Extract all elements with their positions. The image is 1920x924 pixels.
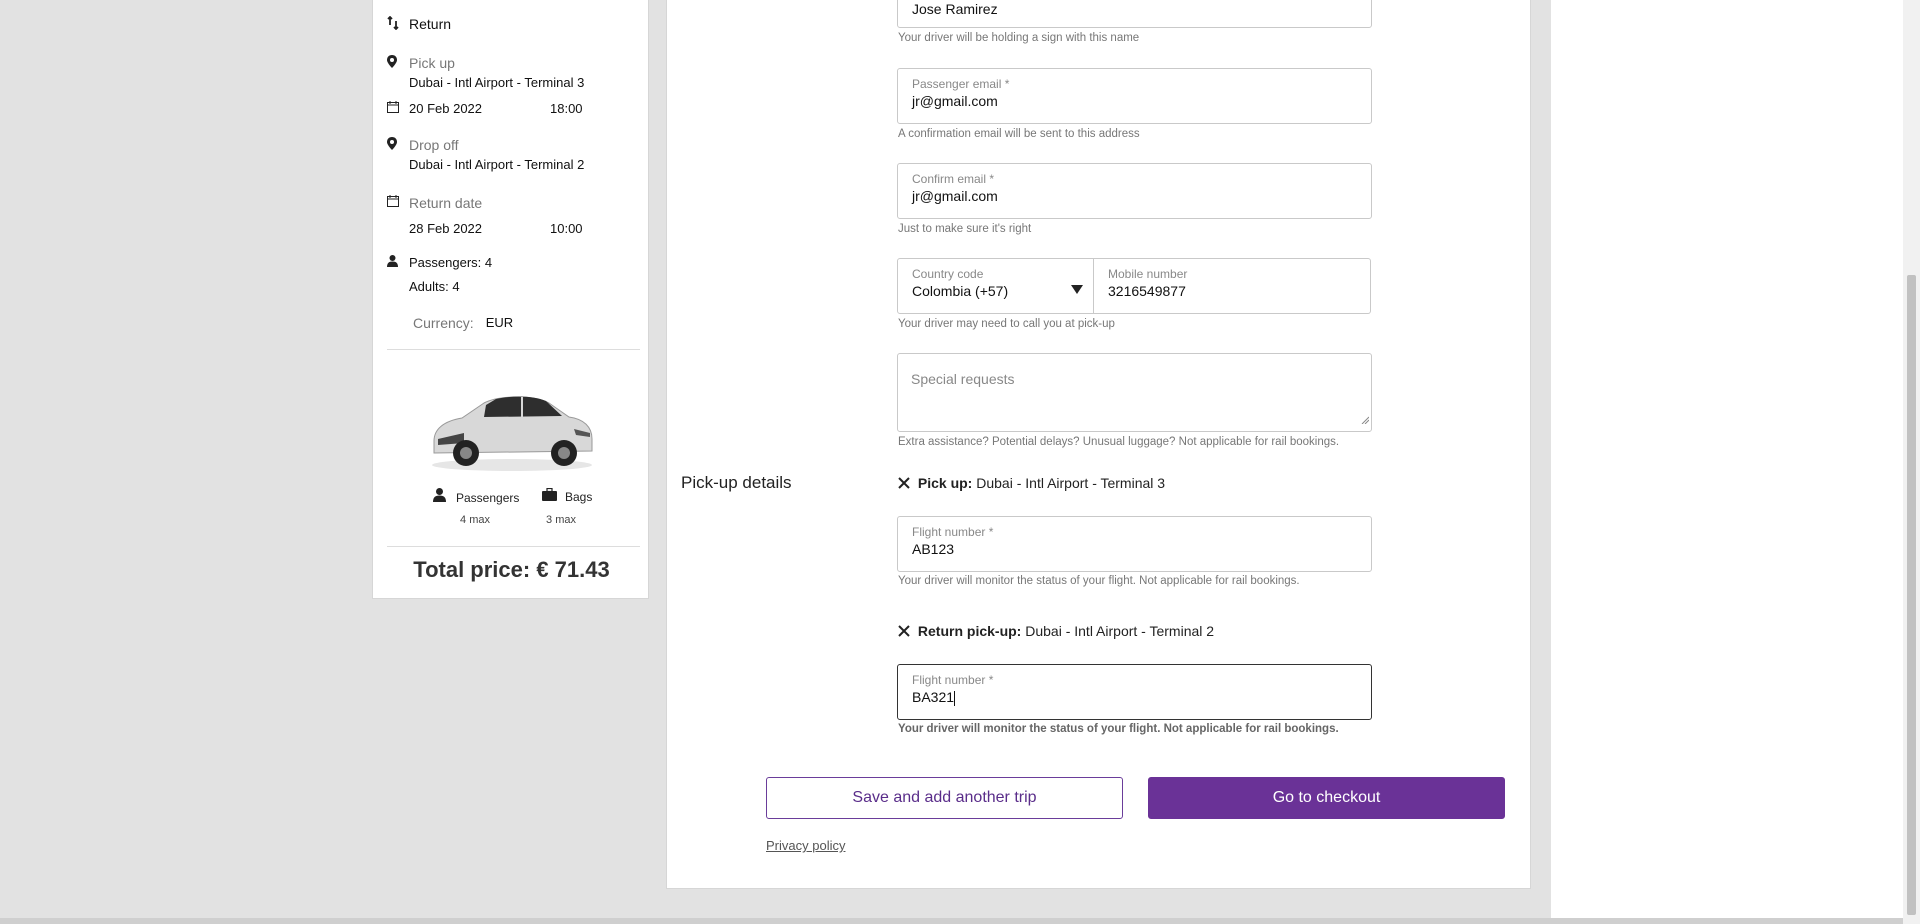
person-icon xyxy=(433,488,446,507)
flight-number-field[interactable]: Flight number * AB123 xyxy=(897,516,1372,572)
return-time: 10:00 xyxy=(550,221,583,236)
resize-handle-icon[interactable] xyxy=(1361,411,1370,429)
passenger-email-field[interactable]: Passenger email * jr@gmail.com xyxy=(897,68,1372,124)
currency-label: Currency: xyxy=(413,315,474,331)
suitcase-icon xyxy=(542,487,557,506)
pickup-time: 18:00 xyxy=(550,101,583,116)
return-date-label: Return date xyxy=(409,195,483,211)
return-flight-number-value-wrap: BA321 xyxy=(912,689,956,706)
return-date-row: Return date 28 Feb 2022 10:00 xyxy=(387,195,583,236)
save-and-add-trip-button[interactable]: Save and add another trip xyxy=(766,777,1123,819)
return-pickup-line: Return pick-up: Dubai - Intl Airport - T… xyxy=(898,623,1214,640)
calendar-icon xyxy=(387,195,409,210)
passenger-email-help: A confirmation email will be sent to thi… xyxy=(898,128,1140,140)
country-code-value: Colombia (+57) xyxy=(912,283,1009,299)
passenger-email-label: Passenger email * xyxy=(912,77,1010,91)
return-pickup-location-text: Dubai - Intl Airport - Terminal 2 xyxy=(1025,623,1215,639)
divider xyxy=(387,546,640,547)
return-pickup-prefix: Return pick-up: xyxy=(917,623,1022,639)
return-flight-number-label: Flight number * xyxy=(912,673,994,687)
special-requests-help: Extra assistance? Potential delays? Unus… xyxy=(898,436,1340,448)
passengers-capacity-label: Passengers xyxy=(456,490,520,505)
mobile-number-field[interactable]: Mobile number 3216549877 xyxy=(1094,258,1371,314)
flight-number-label: Flight number * xyxy=(912,525,994,539)
confirm-email-help: Just to make sure it's right xyxy=(898,223,1032,235)
country-code-label: Country code xyxy=(912,267,984,281)
dropoff-row: Drop off Dubai - Intl Airport - Terminal… xyxy=(387,137,584,172)
airplane-icon xyxy=(898,476,910,492)
pickup-location-text: Dubai - Intl Airport - Terminal 3 xyxy=(976,475,1166,491)
passenger-name-field[interactable]: Jose Ramirez xyxy=(897,0,1372,28)
return-flight-number-help: Your driver will monitor the status of y… xyxy=(898,723,1339,735)
return-flight-number-field[interactable]: Flight number * BA321 xyxy=(897,664,1372,720)
vertical-scrollbar[interactable] xyxy=(1903,0,1920,924)
go-to-checkout-button[interactable]: Go to checkout xyxy=(1148,777,1505,819)
person-icon xyxy=(387,255,409,270)
passengers-row: Passengers: 4 Adults: 4 xyxy=(387,255,492,294)
adults-count: Adults: 4 xyxy=(409,279,460,294)
currency-value: EUR xyxy=(485,315,514,330)
passenger-email-value: jr@gmail.com xyxy=(912,93,998,109)
pickup-prefix: Pick up: xyxy=(917,475,973,491)
page-bottom-edge xyxy=(0,918,1903,924)
passengers-max: 4 max xyxy=(460,514,490,526)
booking-summary: Return Pick up Dubai - Intl Airport - Te… xyxy=(372,0,649,599)
country-code-select[interactable]: Country code Colombia (+57) xyxy=(897,258,1094,314)
pickup-date: 20 Feb 2022 xyxy=(409,101,483,116)
dropoff-location: Dubai - Intl Airport - Terminal 2 xyxy=(409,157,585,172)
pickup-row: Pick up Dubai - Intl Airport - Terminal … xyxy=(387,55,584,90)
special-requests-textarea[interactable]: Special requests xyxy=(897,353,1372,432)
mobile-number-value: 3216549877 xyxy=(1108,283,1186,299)
dropoff-label: Drop off xyxy=(409,137,459,153)
trip-type: Return xyxy=(409,16,452,32)
trip-type-row: Return xyxy=(387,15,452,33)
return-arrows-icon xyxy=(387,15,409,33)
passengers-count: Passengers: 4 xyxy=(409,255,493,270)
mobile-number-help: Your driver may need to call you at pick… xyxy=(898,318,1115,330)
confirm-email-label: Confirm email * xyxy=(912,172,995,186)
scrollbar-thumb[interactable] xyxy=(1907,275,1916,915)
location-pin-icon xyxy=(387,137,409,153)
flight-number-value: AB123 xyxy=(912,541,955,557)
return-date: 28 Feb 2022 xyxy=(409,221,483,236)
pickup-line: Pick up: Dubai - Intl Airport - Terminal… xyxy=(898,475,1165,492)
pickup-location: Dubai - Intl Airport - Terminal 3 xyxy=(409,75,585,90)
currency-row: Currency: EUR xyxy=(413,315,513,331)
pickup-label: Pick up xyxy=(409,55,455,71)
location-pin-icon xyxy=(387,55,409,71)
page-background-right xyxy=(1551,0,1903,924)
divider xyxy=(387,349,640,350)
dropdown-arrow-icon xyxy=(1071,281,1083,299)
calendar-icon xyxy=(387,101,409,116)
flight-number-help: Your driver will monitor the status of y… xyxy=(898,575,1300,587)
bags-capacity-label: Bags xyxy=(565,490,593,504)
pickup-details-title: Pick-up details xyxy=(681,473,792,492)
passenger-name-value: Jose Ramirez xyxy=(912,1,998,17)
page-background-left xyxy=(0,0,352,924)
text-cursor xyxy=(954,690,956,706)
special-requests-placeholder: Special requests xyxy=(911,371,1015,387)
pickup-date-row: 20 Feb 2022 18:00 xyxy=(387,101,583,116)
passenger-name-help: Your driver will be holding a sign with … xyxy=(898,32,1140,44)
airplane-icon xyxy=(898,624,910,640)
bags-max: 3 max xyxy=(546,514,576,526)
confirm-email-value: jr@gmail.com xyxy=(912,188,998,204)
privacy-policy-link[interactable]: Privacy policy xyxy=(766,838,845,853)
mobile-number-label: Mobile number xyxy=(1108,267,1188,281)
passenger-details-form: Jose Ramirez Your driver will be holding… xyxy=(666,0,1531,889)
total-price: Total price: € 71.43 xyxy=(413,557,610,582)
confirm-email-field[interactable]: Confirm email * jr@gmail.com xyxy=(897,163,1372,219)
vehicle-image xyxy=(424,381,599,473)
return-flight-number-value: BA321 xyxy=(912,689,955,705)
